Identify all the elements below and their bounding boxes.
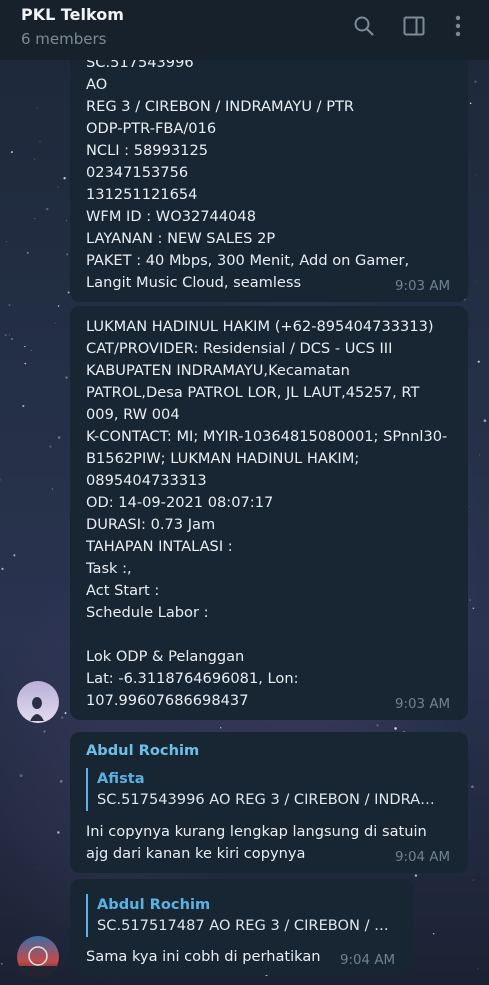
reply-snippet: SC.517517487 AO REG 3 / CIREBON / INDRAM… [97, 917, 391, 934]
message-bubble[interactable]: Abdul Rochim SC.517517487 AO REG 3 / CIR… [70, 879, 413, 975]
chat-header: PKL Telkom 6 members [0, 0, 489, 60]
message-time: 9:03 AM [395, 697, 451, 712]
message-text: LUKMAN HADINUL HAKIM (+62-895404733313) … [86, 318, 448, 709]
message-text: Ini copynya kurang lengkap langsung di s… [86, 823, 427, 862]
sidebar-panel-icon[interactable] [400, 12, 428, 40]
message-time: 9:04 AM [395, 850, 451, 865]
user-avatar[interactable] [17, 936, 59, 978]
user-avatar[interactable] [17, 681, 59, 723]
reply-author: Abdul Rochim [97, 896, 211, 913]
more-vertical-icon[interactable] [444, 12, 472, 40]
reply-author: Afista [97, 770, 145, 787]
reply-preview[interactable]: Abdul Rochim SC.517517487 AO REG 3 / CIR… [86, 894, 391, 937]
message-bubble[interactable]: Abdul Rochim Afista SC.517543996 AO REG … [70, 732, 468, 873]
message-bubble[interactable]: SC.517543996 AO REG 3 / CIREBON / INDRAM… [70, 38, 468, 302]
member-count[interactable]: 6 members [21, 30, 107, 48]
message-time: 9:03 AM [395, 279, 451, 294]
message-time: 9:04 AM [340, 953, 396, 968]
reply-snippet: SC.517543996 AO REG 3 / CIREBON / INDRAM… [97, 791, 446, 808]
message-text: SC.517543996 AO REG 3 / CIREBON / INDRAM… [86, 54, 410, 291]
search-icon[interactable] [350, 12, 378, 40]
message-bubble[interactable]: LUKMAN HADINUL HAKIM (+62-895404733313) … [70, 306, 468, 720]
chat-title[interactable]: PKL Telkom [21, 5, 124, 24]
reply-preview[interactable]: Afista SC.517543996 AO REG 3 / CIREBON /… [86, 768, 446, 811]
sender-name[interactable]: Abdul Rochim [86, 741, 446, 761]
